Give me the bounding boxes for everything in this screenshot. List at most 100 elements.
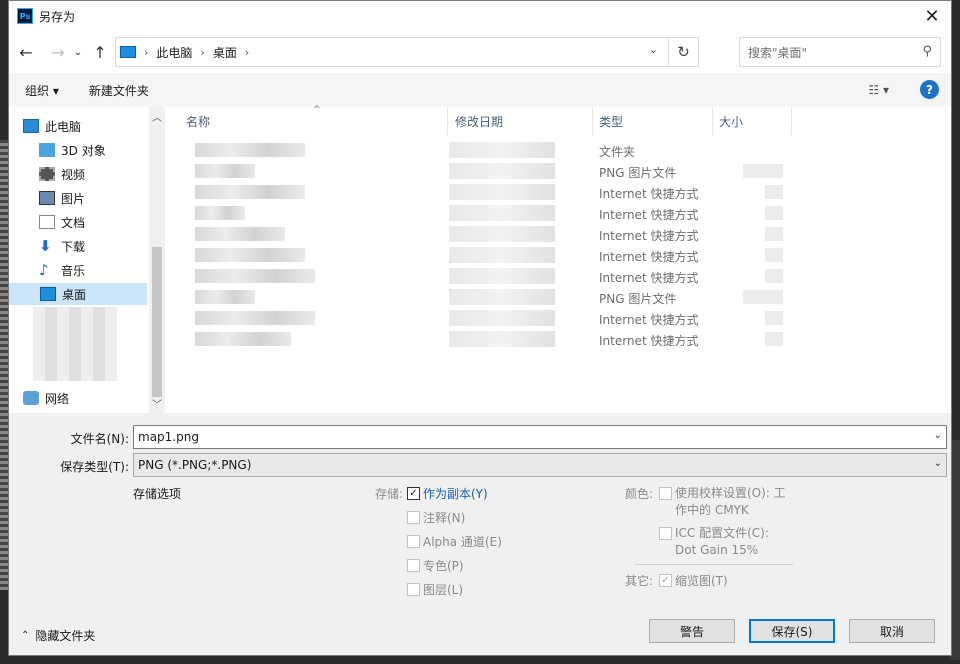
organize-menu[interactable]: 组织 ▾ [25,82,59,99]
search-placeholder: 搜索"桌面" [748,45,808,60]
file-list: ^ 名称 修改日期 类型 大小 文件夹 PNG 图片文件 Internet 快捷… [177,105,951,413]
filename-field[interactable]: map1.png ⌄ [133,425,947,449]
file-type: Internet 快捷方式 [599,250,699,264]
redacted-file-name [195,332,291,346]
column-header-size[interactable]: 大小 [719,113,743,130]
nav-pane-scrollbar[interactable]: ︿ ﹀ [149,107,165,413]
cancel-button[interactable]: 取消 [849,619,935,643]
column-divider[interactable] [712,107,713,135]
file-row[interactable]: Internet 快捷方式 [177,308,951,329]
hide-folders-toggle[interactable]: ⌃ 隐藏文件夹 [21,627,95,644]
chevron-down-icon[interactable]: ⌄ [934,458,942,469]
film-icon [39,167,55,181]
column-header-date[interactable]: 修改日期 [455,113,503,130]
save-button[interactable]: 保存(S) [749,619,835,643]
checkbox-label: 缩览图(T) [675,574,728,588]
breadcrumb-desktop[interactable]: 桌面 [213,44,237,61]
sidebar-item-downloads[interactable]: ⬇ 下载 [39,235,85,257]
file-row[interactable]: Internet 快捷方式 [177,224,951,245]
color-label: 颜色: [625,487,654,501]
redacted-drives [33,307,117,381]
file-row[interactable]: PNG 图片文件 [177,161,951,182]
file-row[interactable]: Internet 快捷方式 [177,245,951,266]
document-icon [39,215,55,229]
redacted-size [765,269,783,283]
redacted-size [765,185,783,199]
sidebar-item-documents[interactable]: 文档 [39,211,85,233]
view-options-icon[interactable]: ☷ ▾ [868,83,889,97]
column-divider[interactable] [447,107,448,135]
redacted-size [765,248,783,262]
redacted-file-name [195,227,285,241]
photoshop-app-icon: Ps [17,8,33,24]
column-divider[interactable] [791,107,792,135]
redacted-size [765,206,783,220]
address-bar[interactable]: › 此电脑 › 桌面 › ⌄ ↻ [115,37,699,67]
recent-locations-chevron-icon[interactable]: ⌄ [71,41,85,63]
search-icon: ⚲ [922,44,932,59]
file-type: PNG 图片文件 [599,166,677,180]
redacted-date [449,184,555,200]
icc-profile-checkbox[interactable]: ICC 配置文件(C): Dot Gain 15% [659,525,769,559]
new-folder-button[interactable]: 新建文件夹 [89,82,149,99]
address-dropdown-icon[interactable]: ⌄ [649,43,658,56]
file-row[interactable]: Internet 快捷方式 [177,329,951,350]
redacted-date [449,310,555,326]
file-row[interactable]: Internet 快捷方式 [177,266,951,287]
breadcrumb-chevron-icon[interactable]: › [245,46,249,59]
layers-checkbox[interactable]: 图层(L) [407,581,463,598]
up-arrow-icon[interactable]: ↑ [89,41,111,63]
close-icon[interactable]: ✕ [919,4,945,28]
breadcrumb-chevron-icon[interactable]: › [144,46,148,59]
redacted-file-name [195,290,255,304]
use-proof-setup-checkbox[interactable]: 使用校样设置(O): 工作中的 CMYK [659,485,786,519]
file-row[interactable]: Internet 快捷方式 [177,203,951,224]
search-input[interactable]: 搜索"桌面" ⚲ [739,37,941,67]
redacted-date [449,331,555,347]
sidebar-item-this-pc[interactable]: 此电脑 [23,115,81,137]
sidebar-item-network[interactable]: 网络 [23,387,69,409]
back-arrow-icon[interactable]: ← [15,41,37,63]
redacted-file-name [195,311,315,325]
column-header-name[interactable]: 名称 [186,113,210,130]
command-toolbar: 组织 ▾ 新建文件夹 ☷ ▾ ? [9,73,951,107]
redacted-date [449,205,555,221]
file-browser: 此电脑 3D 对象 视频 图片 文档 ⬇ 下载 ♪ 音乐 桌面 网络 ︿ ﹀ ^… [9,105,951,413]
redacted-file-name [195,269,315,283]
scroll-up-icon[interactable]: ︿ [152,109,162,124]
sidebar-item-music[interactable]: ♪ 音乐 [39,259,85,281]
help-icon[interactable]: ? [920,80,939,99]
sidebar-item-3d-objects[interactable]: 3D 对象 [39,139,106,161]
spot-colors-checkbox[interactable]: 专色(P) [407,557,464,574]
sidebar-item-desktop[interactable]: 桌面 [9,283,147,305]
divider [635,564,793,565]
notes-checkbox[interactable]: 注释(N) [407,509,465,526]
file-row[interactable]: Internet 快捷方式 [177,182,951,203]
breadcrumb-this-pc[interactable]: 此电脑 [156,44,192,61]
checkbox-box [407,535,420,548]
as-copy-checkbox[interactable]: ✓ 作为副本(Y) [407,485,488,502]
refresh-icon[interactable]: ↻ [668,38,698,66]
chevron-down-icon[interactable]: ⌄ [934,430,942,441]
thumbnail-checkbox[interactable]: ✓ 缩览图(T) [659,572,728,589]
warning-button[interactable]: 警告 [649,619,735,643]
sidebar-item-videos[interactable]: 视频 [39,163,85,185]
file-row[interactable]: PNG 图片文件 [177,287,951,308]
file-type: Internet 快捷方式 [599,334,699,348]
scrollbar-thumb[interactable] [152,247,162,397]
sidebar-item-pictures[interactable]: 图片 [39,187,85,209]
column-header-type[interactable]: 类型 [599,113,623,130]
redacted-size [743,290,783,304]
alpha-channels-checkbox[interactable]: Alpha 通道(E) [407,533,502,550]
checkbox-label: Alpha 通道(E) [423,535,502,549]
forward-arrow-icon[interactable]: → [47,41,69,63]
redacted-file-name [195,185,305,199]
column-divider[interactable] [592,107,593,135]
scroll-down-icon[interactable]: ﹀ [152,396,162,411]
dialog-title: 另存为 [39,9,76,24]
filetype-select[interactable]: PNG (*.PNG;*.PNG) ⌄ [133,453,947,477]
other-label: 其它: [625,574,654,588]
file-row[interactable]: 文件夹 [177,140,951,161]
redacted-file-name [195,143,305,157]
breadcrumb-chevron-icon[interactable]: › [200,46,204,59]
